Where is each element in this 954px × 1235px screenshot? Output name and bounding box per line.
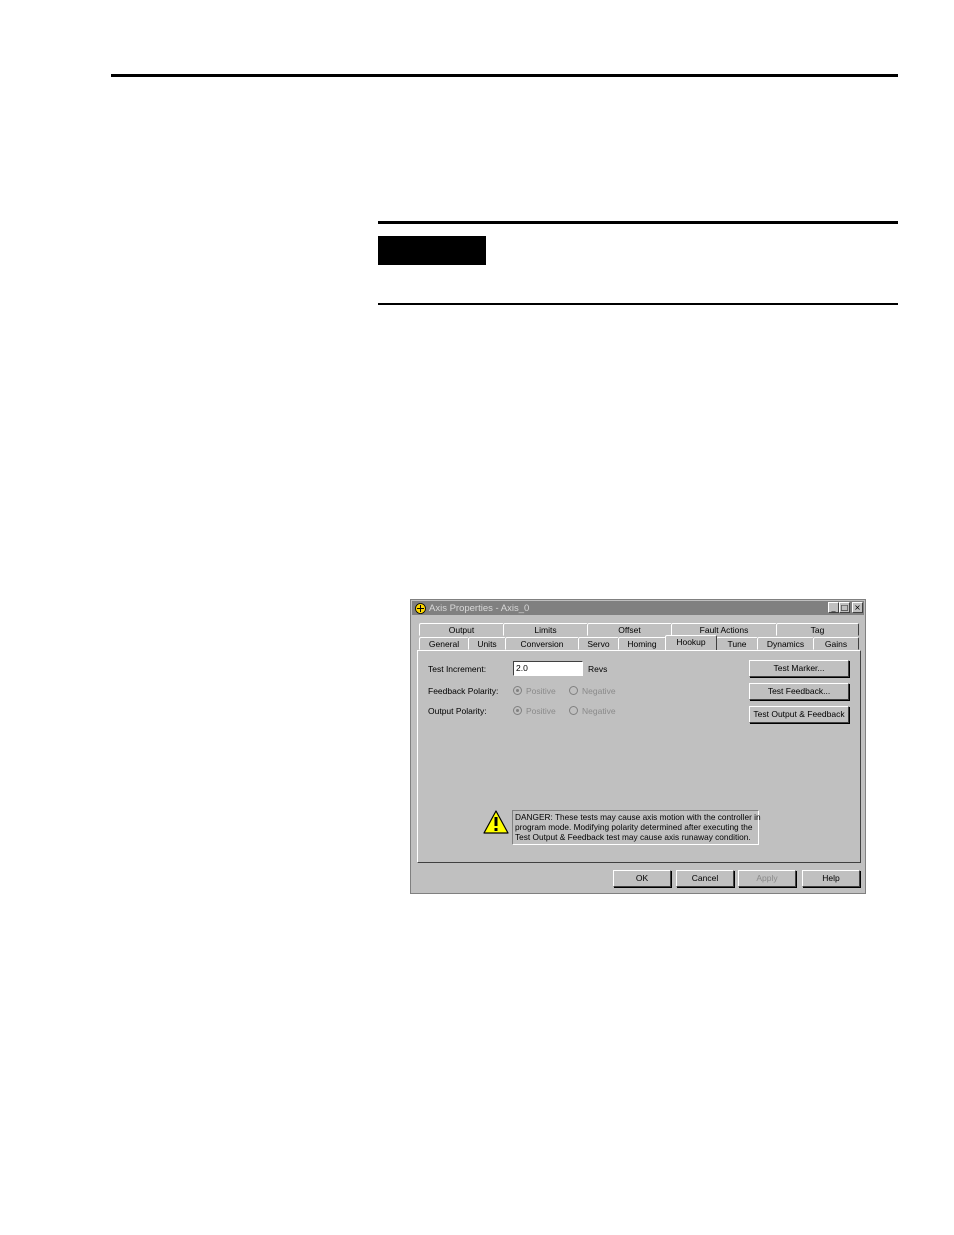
tab-output[interactable]: Output [419, 623, 504, 636]
tab-general[interactable]: General [419, 637, 469, 650]
test-feedback-button[interactable]: Test Feedback... [749, 683, 849, 700]
ok-button[interactable]: OK [613, 870, 671, 887]
test-increment-label: Test Increment: [428, 664, 487, 674]
test-output-feedback-button[interactable]: Test Output & Feedback [749, 706, 849, 723]
maximize-button[interactable]: □ [839, 602, 850, 613]
close-button[interactable]: × [852, 602, 863, 613]
tab-gains[interactable]: Gains [813, 637, 859, 650]
danger-line: program mode. Modifying polarity determi… [515, 822, 753, 832]
danger-line: DANGER: These tests may cause axis motio… [515, 812, 761, 822]
test-marker-button[interactable]: Test Marker... [749, 660, 849, 677]
tab-limits[interactable]: Limits [503, 623, 588, 636]
help-button[interactable]: Help [802, 870, 860, 887]
tab-dynamics[interactable]: Dynamics [757, 637, 814, 650]
tab-hookup[interactable]: Hookup [665, 635, 717, 650]
feedback-negative-radio[interactable] [569, 686, 578, 695]
note-bottom-rule [378, 303, 898, 305]
tab-units[interactable]: Units [468, 637, 506, 650]
cancel-button[interactable]: Cancel [676, 870, 734, 887]
note-label-block [378, 236, 486, 265]
axis-properties-dialog: Axis Properties - Axis_0 _ □ × Output Li… [410, 599, 866, 894]
title-bar[interactable]: Axis Properties - Axis_0 _ □ × [412, 601, 864, 615]
tab-offset[interactable]: Offset [587, 623, 672, 636]
feedback-positive-radio[interactable] [513, 686, 522, 695]
axis-app-icon [415, 602, 426, 614]
output-negative-label: Negative [582, 706, 616, 716]
page-top-rule [111, 74, 898, 77]
tab-tune[interactable]: Tune [716, 637, 758, 650]
test-increment-input[interactable]: 2.0 [513, 661, 583, 676]
test-increment-unit: Revs [588, 664, 608, 674]
apply-button[interactable]: Apply [738, 870, 796, 887]
output-negative-radio[interactable] [569, 706, 578, 715]
output-positive-radio[interactable] [513, 706, 522, 715]
output-positive-label: Positive [526, 706, 556, 716]
tab-homing[interactable]: Homing [618, 637, 666, 650]
danger-message: DANGER: These tests may cause axis motio… [512, 810, 761, 845]
feedback-negative-label: Negative [582, 686, 616, 696]
note-top-rule [378, 221, 898, 224]
feedback-polarity-label: Feedback Polarity: [428, 686, 499, 696]
minimize-button[interactable]: _ [828, 602, 839, 613]
tab-tag[interactable]: Tag [776, 623, 859, 636]
tab-conversion[interactable]: Conversion [505, 637, 579, 650]
output-polarity-label: Output Polarity: [428, 706, 487, 716]
warning-icon [483, 810, 509, 834]
danger-line: Test Output & Feedback test may cause ax… [515, 832, 751, 842]
tab-servo[interactable]: Servo [578, 637, 619, 650]
feedback-positive-label: Positive [526, 686, 556, 696]
window-title: Axis Properties - Axis_0 [429, 602, 530, 614]
